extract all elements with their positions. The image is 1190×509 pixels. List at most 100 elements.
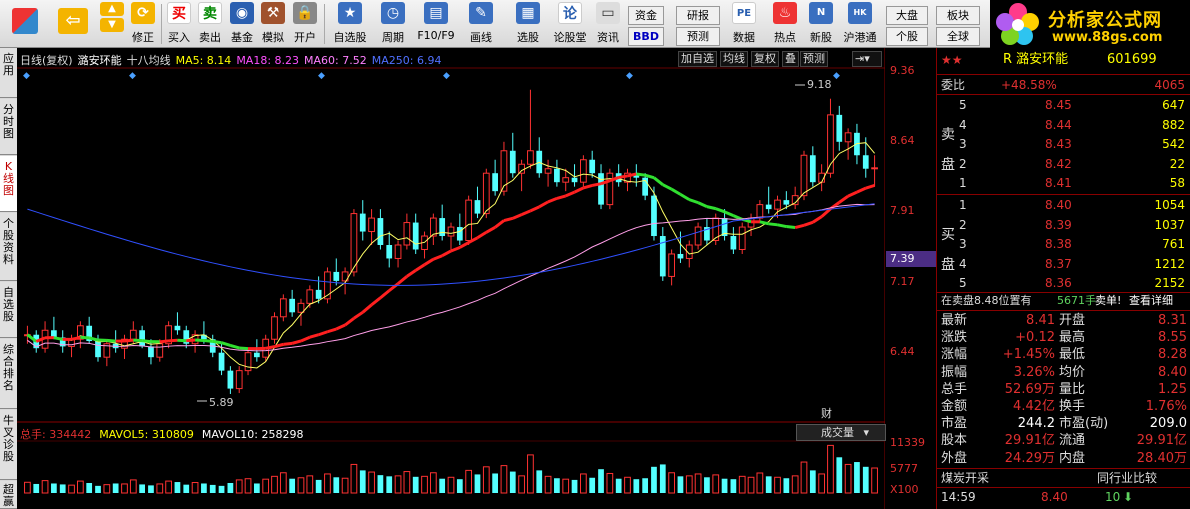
volume-bar — [68, 484, 75, 494]
tab-super[interactable]: 超赢 — [0, 481, 17, 509]
stat-value: 8.41 — [1026, 313, 1055, 328]
candle-body — [509, 150, 516, 174]
volume-bar — [235, 479, 243, 494]
buy-button[interactable]: 买 买入 — [164, 2, 194, 46]
level-price: 8.42 — [1045, 156, 1072, 171]
forum-icon: 论 — [558, 2, 582, 24]
adjust-button[interactable]: 复权 — [751, 51, 779, 67]
draw-line-button[interactable]: ✎ 画线 — [462, 2, 500, 46]
volume-bar — [642, 478, 649, 493]
industry-name[interactable]: 煤炭开采 — [941, 469, 989, 487]
volume-bar — [465, 469, 473, 494]
fund-flow-button[interactable]: 资金 — [628, 6, 664, 25]
ask-level-row[interactable]: 5 8.45 647 — [937, 96, 1190, 114]
volume-bar — [51, 483, 57, 493]
level-volume: 882 — [1162, 117, 1185, 132]
ma18-segment — [786, 225, 796, 230]
level-price: 8.41 — [1045, 176, 1072, 190]
tab-stock-info[interactable]: 个股资料 — [0, 213, 17, 281]
hk-icon: HK — [848, 2, 872, 24]
forum-button[interactable]: 论 论股堂 — [552, 2, 588, 46]
stat-label: 股本 — [941, 433, 968, 449]
app-menu-button[interactable] — [8, 2, 42, 46]
expand-panel-button[interactable]: ⇥▾ — [852, 51, 882, 67]
ma5-value: MA5: 8.14 — [175, 54, 232, 67]
event-marker-icon[interactable]: ◆ — [833, 71, 840, 81]
bid-level-row[interactable]: 5 8.36 2152 — [937, 274, 1190, 292]
news-label: 资讯 — [597, 31, 619, 44]
volume-bar — [156, 483, 164, 494]
tab-label: 牛叉诊股 — [3, 414, 14, 463]
stat-row: 金额 4.42亿 换手 1.76% — [937, 398, 1190, 416]
global-button[interactable]: 全球 — [936, 27, 980, 46]
bid-level-row[interactable]: 4 8.37 1212 — [937, 255, 1190, 273]
event-marker-icon[interactable]: ◆ — [626, 71, 633, 81]
volume-bar — [253, 483, 260, 493]
period-label[interactable]: 日线(复权) — [20, 54, 73, 67]
stat-label: 金额 — [941, 399, 968, 414]
forecast-button[interactable]: 预测 — [676, 27, 720, 46]
watchlist-button[interactable]: ★ 自选股 — [328, 2, 372, 46]
period-button[interactable]: ◷ 周期 — [374, 2, 412, 46]
f10-label: F10/F9 — [417, 29, 455, 42]
event-marker-icon[interactable]: ◆ — [23, 71, 30, 81]
indicator-select[interactable]: 成交量 ▾ — [796, 424, 886, 441]
tab-kline[interactable]: K线图 — [0, 156, 17, 212]
tab-diagnosis[interactable]: 牛叉诊股 — [0, 410, 17, 480]
simulate-button[interactable]: ⚒ 模拟 — [258, 2, 288, 46]
volume-bar — [201, 483, 207, 493]
open-account-button[interactable]: 🔒 开户 — [290, 2, 320, 46]
bid-level-row[interactable]: 3 8.38 761 — [937, 235, 1190, 253]
tab-watchlist[interactable]: 自选股 — [0, 282, 17, 338]
event-marker-icon[interactable]: ◆ — [129, 71, 136, 81]
research-button[interactable]: 研报 — [676, 6, 720, 25]
sell-button[interactable]: 卖 卖出 — [195, 2, 225, 46]
level-volume: 58 — [1169, 176, 1185, 190]
market-button[interactable]: 大盘 — [886, 6, 928, 25]
up-down-buttons[interactable]: ▲ ▼ — [98, 2, 126, 46]
add-watchlist-button[interactable]: 加自选 — [678, 51, 717, 67]
stock-view-button[interactable]: 个股 — [886, 27, 928, 46]
overlay-button[interactable]: 叠 — [782, 51, 799, 67]
tab-app[interactable]: 应用 — [0, 48, 17, 98]
volume-bar — [324, 473, 331, 494]
forecast-chart-button[interactable]: 预测 — [800, 51, 828, 67]
view-detail-link[interactable]: 查看详细 — [1129, 292, 1173, 310]
indicator-name[interactable]: 十八均线 — [127, 54, 171, 67]
finance-marker[interactable]: 财 — [821, 406, 832, 420]
hk-connect-button[interactable]: HK 沪港通 — [840, 2, 880, 46]
ask-level-row[interactable]: 1 8.41 58 — [937, 174, 1190, 192]
mavol10-value: MAVOL10: 258298 — [201, 428, 304, 441]
ask-level-row[interactable]: 3 8.43 542 — [937, 135, 1190, 153]
sell-label: 卖出 — [199, 31, 221, 44]
fund-button[interactable]: ◉ 基金 — [227, 2, 257, 46]
stock-screen-button[interactable]: ▦ 选股 — [510, 2, 546, 46]
f10-button[interactable]: ▤ F10/F9 — [414, 2, 458, 46]
bbd-button[interactable]: BBD — [628, 27, 664, 46]
industry-compare-button[interactable]: 同行业比较 — [1097, 469, 1157, 487]
event-marker-icon[interactable]: ◆ — [443, 71, 450, 81]
new-stock-button[interactable]: N 新股 — [804, 2, 838, 46]
event-marker-icon[interactable]: ◆ — [318, 71, 325, 81]
price-tick: 7.17 — [890, 275, 915, 288]
ma-button[interactable]: 均线 — [720, 51, 748, 67]
hot-button[interactable]: ♨ 热点 — [768, 2, 802, 46]
ask-level-row[interactable]: 2 8.42 22 — [937, 155, 1190, 173]
stat-label: 最高 — [1059, 330, 1086, 346]
tab-ranking[interactable]: 综合排名 — [0, 339, 17, 409]
ask-level-row[interactable]: 4 8.44 882 — [937, 116, 1190, 134]
bid-level-row[interactable]: 1 8.40 1054 — [937, 196, 1190, 214]
sector-button[interactable]: 板块 — [936, 6, 980, 25]
screen-icon: ▦ — [516, 2, 540, 24]
bid-level-row[interactable]: 2 8.39 1037 — [937, 216, 1190, 234]
candle-body — [562, 177, 570, 183]
data-button[interactable]: PE 数据 — [726, 2, 762, 46]
volume-bar — [350, 463, 358, 494]
back-button[interactable]: ⇦ — [52, 2, 94, 46]
notice-text: 在卖盘8.48位置有 — [941, 294, 1032, 307]
volume-bar — [333, 477, 340, 493]
tab-intraday[interactable]: 分时图 — [0, 99, 17, 155]
news-button[interactable]: ▭ 资讯 — [592, 2, 624, 46]
volume-bar — [862, 466, 869, 493]
correct-button[interactable]: ⟳ 修正 — [128, 2, 158, 46]
